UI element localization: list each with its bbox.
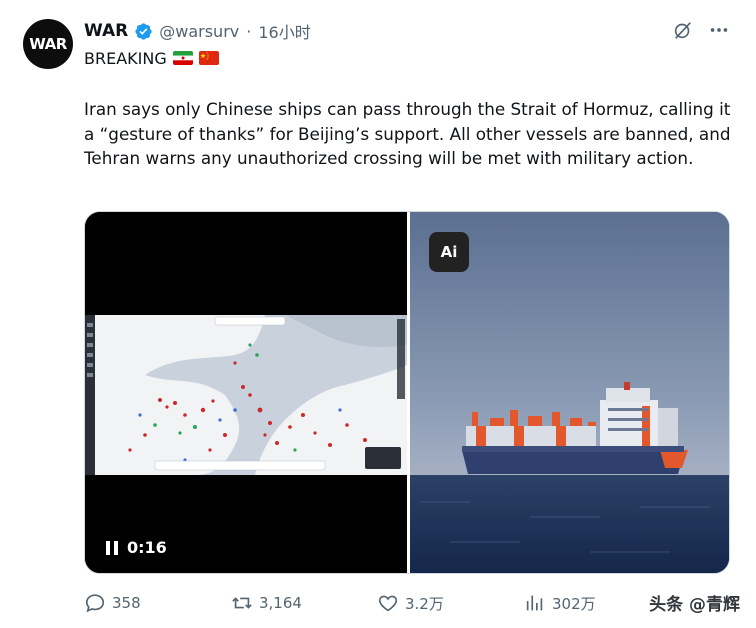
repost-icon <box>232 597 252 609</box>
post-header: WAR @warsurv · 16小时 <box>84 20 311 42</box>
video-timestamp: 0:16 <box>127 538 167 557</box>
ship-photo[interactable]: Ai <box>410 212 729 573</box>
views-icon <box>526 595 543 611</box>
more-icon[interactable] <box>708 19 730 41</box>
repost-count: 3,164 <box>259 594 302 612</box>
grok-icon[interactable] <box>672 19 694 41</box>
breaking-label: BREAKING <box>84 48 167 68</box>
china-flag-icon <box>198 51 219 65</box>
views-button[interactable]: 302万 <box>524 592 596 614</box>
video-map-frame <box>85 315 407 475</box>
watermark: 头条 @青辉 <box>649 595 740 615</box>
media-grid: 0:16 Ai <box>84 211 730 574</box>
post-actions: 358 3,164 3.2万 302万 <box>0 592 756 616</box>
views-count: 302万 <box>552 594 596 613</box>
post-time[interactable]: 16小时 <box>258 19 310 43</box>
post-text: Iran says only Chinese ships can pass th… <box>84 99 731 168</box>
breaking-line: BREAKING <box>84 47 219 69</box>
ai-badge[interactable]: Ai <box>429 232 469 272</box>
like-icon <box>378 595 398 612</box>
map-thumbnail <box>85 315 407 475</box>
author-handle[interactable]: @warsurv <box>159 22 239 41</box>
avatar-text: WAR <box>29 35 67 53</box>
reply-icon <box>85 594 105 613</box>
avatar[interactable]: WAR <box>23 19 73 69</box>
separator: · <box>246 21 252 41</box>
post-top-actions <box>672 19 730 41</box>
video-player[interactable]: 0:16 <box>85 212 407 573</box>
repost-button[interactable]: 3,164 <box>231 592 302 614</box>
reply-button[interactable]: 358 <box>84 592 141 614</box>
iran-flag-icon <box>172 51 193 65</box>
like-button[interactable]: 3.2万 <box>377 592 444 614</box>
author-name[interactable]: WAR <box>84 21 128 41</box>
like-count: 3.2万 <box>405 594 444 613</box>
pause-icon[interactable] <box>105 540 119 556</box>
video-controls: 0:16 <box>105 538 167 557</box>
verified-badge-icon <box>135 22 152 40</box>
reply-count: 358 <box>112 594 141 612</box>
